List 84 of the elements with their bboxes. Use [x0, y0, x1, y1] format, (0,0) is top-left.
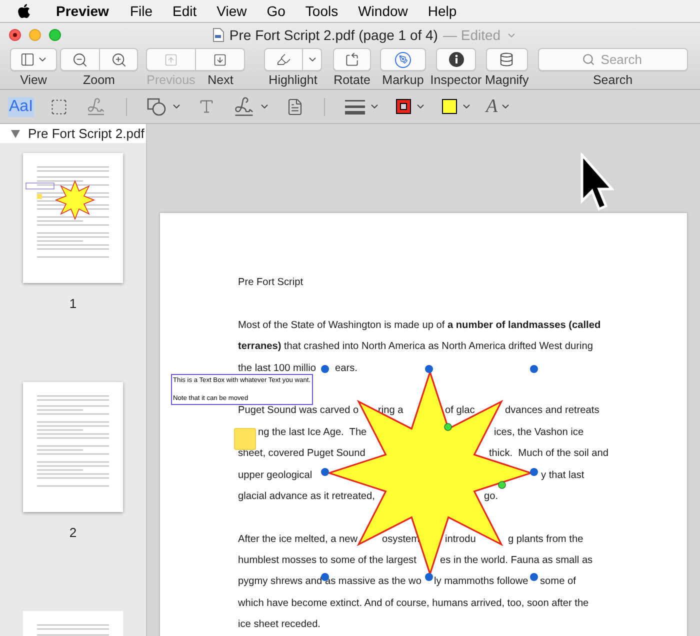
menu-item[interactable]: Tools: [305, 0, 338, 22]
toolbar-label: Markup: [382, 73, 424, 88]
menu-item[interactable]: View: [216, 0, 247, 22]
body-text: terranes) that crashed into North America as North America drifted West during: [238, 340, 593, 354]
document-icon: [213, 28, 224, 42]
body-text: ly mammoths followe: [434, 575, 528, 590]
markup-button[interactable]: [380, 48, 426, 71]
page-number: 1: [69, 295, 77, 313]
body-text: ears.: [335, 362, 358, 376]
body-text: the last 100 millio: [238, 362, 316, 376]
apple-logo-icon[interactable]: [16, 3, 32, 19]
menu-item[interactable]: Edit: [172, 0, 197, 22]
body-text: thick. Much of the soil and: [489, 447, 609, 462]
rotate-button[interactable]: [333, 48, 371, 71]
text-box-icon[interactable]: [198, 98, 216, 115]
menu-item[interactable]: Help: [428, 0, 457, 22]
search-field[interactable]: Search: [538, 48, 688, 71]
body-text: ices, the Vashon ice: [494, 426, 584, 440]
highlighter-icon: [276, 52, 291, 67]
sidebar-header[interactable]: Pre Fort Script 2.pdf: [0, 124, 146, 143]
disclosure-triangle-icon[interactable]: [11, 130, 20, 138]
menu-item[interactable]: Window: [358, 0, 408, 22]
zoom-out-icon: [72, 52, 88, 68]
menu-item[interactable]: Go: [266, 0, 286, 22]
body-text: which have become extinct. And of course, humans arrived, too, soon after the: [238, 596, 589, 611]
rotate-icon: [344, 52, 360, 68]
body-text: ice sheet receded.: [238, 618, 320, 632]
body-text: go.: [484, 490, 498, 504]
rectangle-select-icon[interactable]: [50, 98, 68, 116]
highlight-menu-button[interactable]: [303, 48, 322, 71]
close-button[interactable]: [9, 29, 21, 41]
line-style-icon[interactable]: [345, 98, 366, 114]
page-number: 2: [69, 524, 77, 542]
toolbar-label: Zoom: [83, 73, 115, 88]
next-page-button[interactable]: [196, 48, 245, 71]
toolbar-label: Highlight: [268, 73, 318, 88]
body-text: After the ice melted, a new: [238, 532, 358, 547]
sidebar-document-name: Pre Fort Script 2.pdf: [28, 124, 144, 143]
border-color-swatch[interactable]: [396, 99, 412, 114]
body-text: humblest mosses to some of the largest: [238, 554, 416, 568]
magnify-button[interactable]: [486, 48, 528, 71]
page-up-icon: [164, 52, 178, 66]
body-text: Most of the State of Washington is made up of a number of landmasses (called: [238, 318, 601, 333]
page-thumbnail[interactable]: [23, 153, 123, 283]
menu-app-name[interactable]: Preview: [56, 0, 109, 22]
body-text: es in the world. Fauna as small as: [440, 554, 593, 568]
fill-color-swatch[interactable]: [442, 99, 458, 114]
pen-icon: [398, 55, 408, 64]
toolbar-label: Inspector: [430, 73, 482, 88]
body-text: glacial advance as it retreated,: [238, 490, 375, 504]
zoom-in-button[interactable]: [100, 48, 138, 71]
body-text: sheet, covered Puget Sound: [238, 447, 366, 462]
page-down-icon: [213, 52, 227, 66]
toolbar-label: Rotate: [334, 73, 370, 88]
window-title: Pre Fort Script 2.pdf (page 1 of 4): [229, 26, 438, 45]
toolbar-label: Magnify: [485, 73, 529, 88]
highlight-button[interactable]: [264, 48, 303, 71]
toolbar-label: Search: [592, 73, 633, 88]
body-text: g plants from the: [508, 532, 584, 547]
shapes-icon[interactable]: [147, 98, 168, 116]
zoom-in-icon: [110, 52, 126, 68]
text-style-tool[interactable]: A: [486, 96, 498, 116]
document-title: Pre Fort Script: [238, 276, 304, 290]
note-icon[interactable]: [286, 98, 304, 116]
body-text: ring a: [378, 404, 404, 418]
toolbar-label: Next: [208, 73, 234, 88]
zoom-out-button[interactable]: [60, 48, 100, 71]
body-text: introdu: [445, 532, 476, 547]
toolbar-label: View: [20, 73, 47, 88]
page-thumbnail[interactable]: [23, 382, 123, 512]
view-button[interactable]: [10, 48, 57, 71]
inspector-button[interactable]: [436, 48, 476, 71]
body-text: of glac: [445, 404, 475, 418]
body-text: upper geological: [238, 468, 312, 483]
menu-item[interactable]: File: [130, 0, 152, 22]
sidebar-icon: [20, 52, 34, 67]
signature-icon[interactable]: [233, 96, 256, 118]
body-text: some of: [540, 575, 576, 590]
body-text: ng the last Ice Age. The: [258, 426, 367, 440]
search-icon: [582, 53, 595, 66]
body-text: Puget Sound was carved o: [238, 404, 359, 418]
body-text: dvances and retreats: [505, 404, 600, 418]
info-icon: [448, 52, 464, 67]
body-text: y that last: [541, 468, 584, 483]
